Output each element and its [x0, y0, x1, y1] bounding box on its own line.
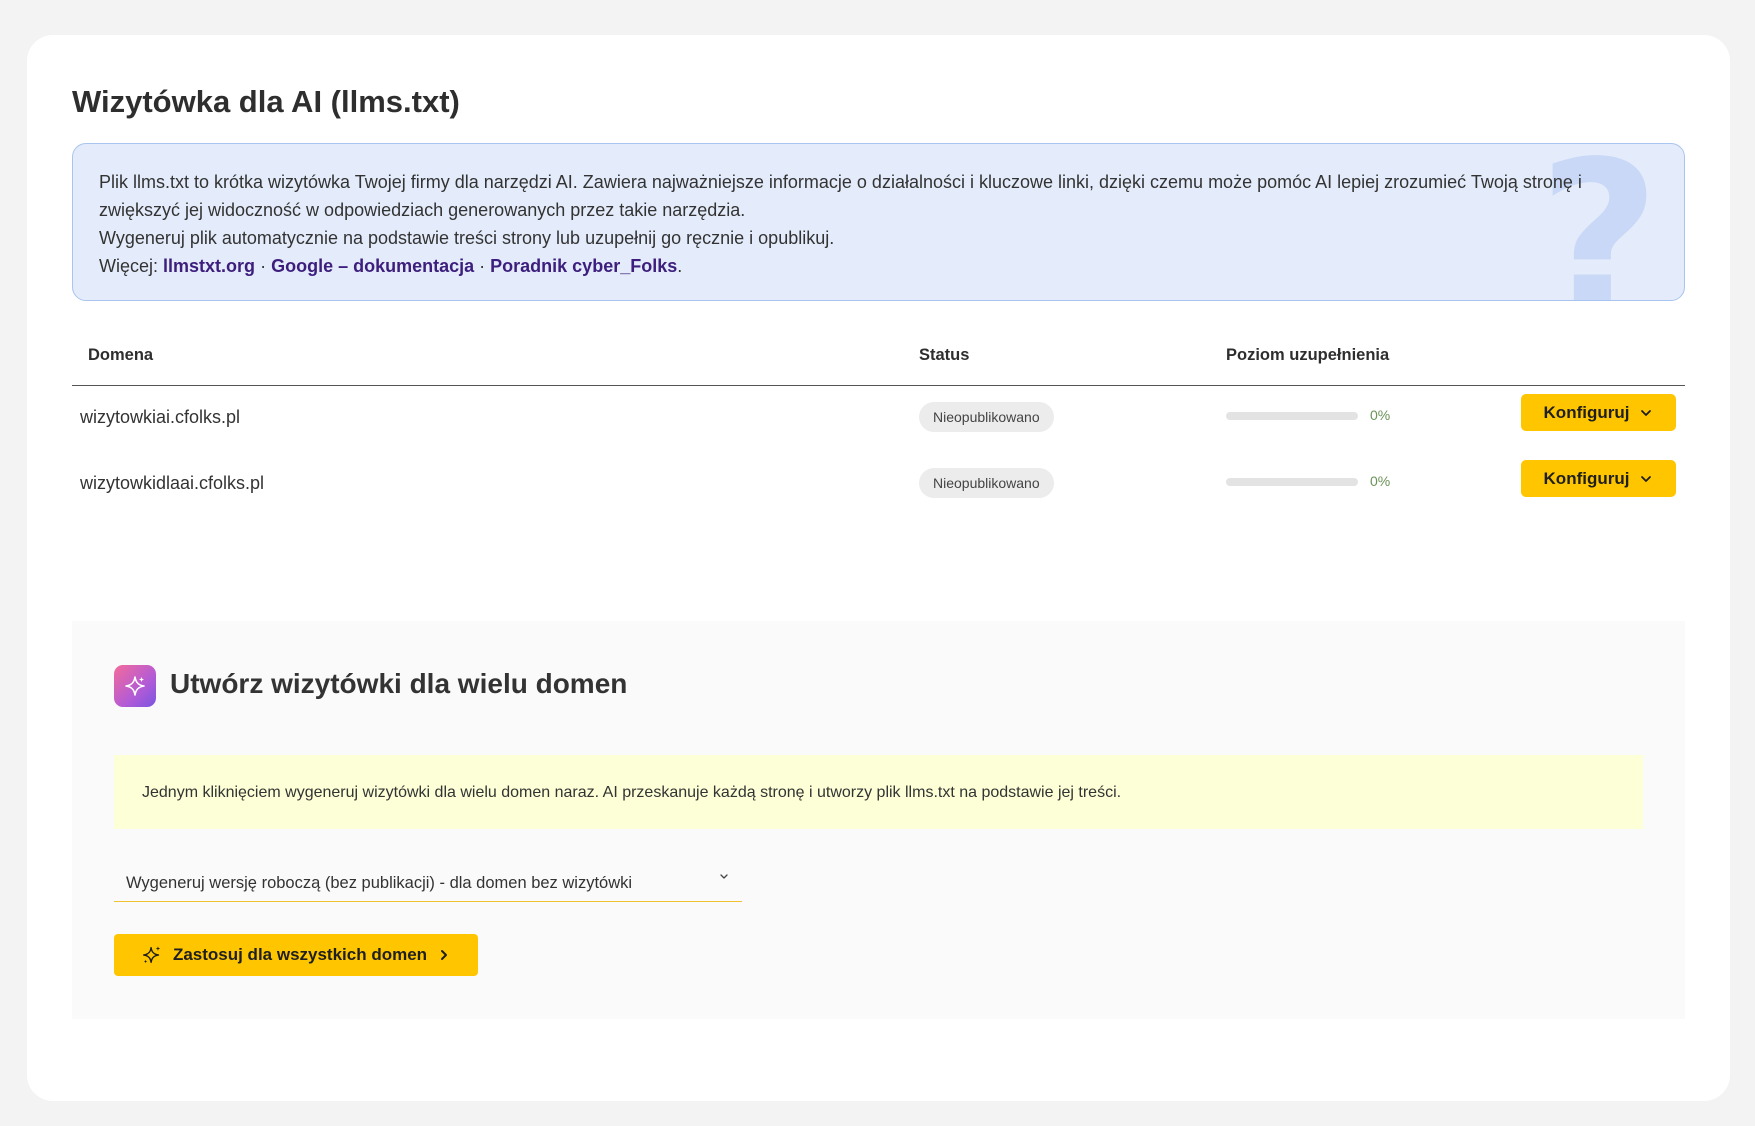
- chevron-down-icon: [1641, 475, 1652, 482]
- status-badge: Nieopublikowano: [919, 402, 1054, 432]
- table-row: wizytowkidlaai.cfolks.pl Nieopublikowano…: [72, 454, 1685, 514]
- link-separator: ·: [260, 256, 267, 276]
- bulk-info-note: Jednym kliknięciem wygeneruj wizytówki d…: [114, 755, 1643, 829]
- column-header-domain: Domena: [88, 346, 154, 364]
- page-title: Wizytówka dla AI (llms.txt): [72, 84, 460, 119]
- info-box: ? Plik llms.txt to krótka wizytówka Twoj…: [72, 143, 1685, 301]
- progress-bar: [1226, 412, 1358, 420]
- apply-all-domains-button[interactable]: Zastosuj dla wszystkich domen: [114, 934, 478, 976]
- apply-all-domains-label: Zastosuj dla wszystkich domen: [172, 945, 428, 964]
- info-text: Plik llms.txt to krótka wizytówka Twojej…: [99, 168, 1659, 280]
- chevron-down-icon: [720, 874, 728, 879]
- sparkle-badge-icon: [114, 665, 156, 707]
- bulk-section-title: Utwórz wizytówki dla wielu domen: [170, 668, 628, 699]
- link-llmstxt[interactable]: llmstxt.org: [163, 256, 255, 276]
- link-google-docs[interactable]: Google – dokumentacja: [271, 256, 474, 276]
- table-row: wizytowkiai.cfolks.pl Nieopublikowano 0%…: [72, 388, 1685, 448]
- generation-mode-value: Wygeneruj wersję roboczą (bez publikacji…: [126, 874, 633, 892]
- column-header-status: Status: [919, 346, 970, 364]
- table-header-divider: [72, 385, 1685, 386]
- configure-button-label: Konfiguruj: [1543, 402, 1630, 422]
- sparkle-icon: [142, 946, 161, 964]
- status-badge: Nieopublikowano: [919, 468, 1054, 498]
- bulk-create-section: Utwórz wizytówki dla wielu domen Jednym …: [72, 621, 1685, 1019]
- domain-name: wizytowkiai.cfolks.pl: [80, 407, 241, 427]
- info-line-2: Wygeneruj plik automatycznie na podstawi…: [99, 228, 835, 248]
- more-label: Więcej:: [99, 256, 159, 276]
- configure-button[interactable]: Konfiguruj: [1521, 460, 1676, 497]
- domain-name: wizytowkidlaai.cfolks.pl: [80, 473, 265, 493]
- generation-mode-select[interactable]: Wygeneruj wersję roboczą (bez publikacji…: [114, 866, 742, 902]
- configure-button-label: Konfiguruj: [1543, 468, 1630, 488]
- progress-bar: [1226, 478, 1358, 486]
- link-cyber-folks-guide[interactable]: Poradnik cyber_Folks: [490, 256, 677, 276]
- progress-label: 0%: [1370, 473, 1391, 489]
- chevron-down-icon: [1641, 409, 1652, 416]
- progress-label: 0%: [1370, 407, 1391, 423]
- configure-button[interactable]: Konfiguruj: [1521, 394, 1676, 431]
- link-separator: ·: [479, 256, 486, 276]
- info-line-1: Plik llms.txt to krótka wizytówka Twojej…: [99, 172, 1582, 220]
- column-header-progress: Poziom uzupełnienia: [1226, 346, 1390, 364]
- sparkle-icon: [125, 676, 145, 696]
- chevron-right-icon: [441, 950, 448, 960]
- sentence-end: .: [677, 256, 683, 276]
